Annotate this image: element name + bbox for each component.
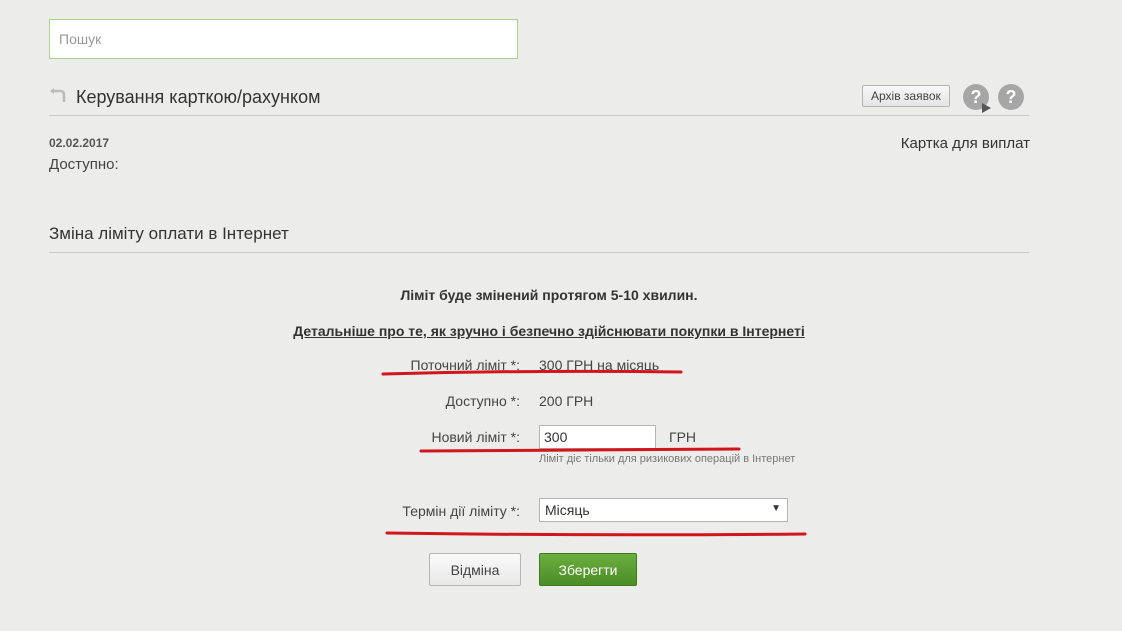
available-form-label: Доступно *: (445, 393, 520, 409)
limit-term-label: Термін дії ліміту *: (402, 503, 520, 519)
limit-term-select[interactable]: Місяць ▼ (539, 498, 788, 522)
available-label: Доступно: (49, 156, 119, 173)
help-video-icon[interactable]: ? (962, 83, 992, 113)
internet-purchases-details-link[interactable]: Детальніше про те, як зручно і безпечно … (0, 323, 1098, 339)
card-type: Картка для виплат (900, 135, 1030, 152)
current-limit-label: Поточний ліміт *: (410, 357, 520, 373)
dropdown-arrow-icon: ▼ (771, 503, 781, 514)
current-limit-value: 300 ГРН на місяць (539, 357, 660, 373)
new-limit-label: Новий ліміт *: (431, 429, 520, 445)
available-form-value: 200 ГРН (539, 393, 594, 409)
page-title: Керування карткою/рахунком (76, 87, 321, 107)
account-date: 02.02.2017 (49, 136, 110, 150)
search-input[interactable] (49, 19, 518, 59)
limit-hint: Ліміт діє тільки для ризикових операцій … (539, 453, 796, 465)
cancel-button[interactable]: Відміна (429, 553, 521, 586)
archive-requests-button[interactable]: Архів заявок (862, 85, 950, 107)
limit-change-notice: Ліміт буде змінений протягом 5-10 хвилин… (400, 287, 698, 303)
currency-label: ГРН (669, 429, 697, 445)
annotation-underline-term (385, 531, 807, 537)
limit-term-selected: Місяць (545, 502, 590, 518)
save-button[interactable]: Зберегти (539, 553, 637, 586)
section-title: Зміна ліміту оплати в Інтернет (49, 224, 1029, 253)
new-limit-input[interactable] (539, 425, 656, 449)
back-arrow-icon[interactable] (49, 88, 67, 102)
svg-text:?: ? (971, 87, 982, 107)
help-icon[interactable]: ? (997, 83, 1025, 111)
svg-text:?: ? (1006, 87, 1017, 107)
page-header: Керування карткою/рахунком Архів заявок … (49, 83, 1029, 116)
